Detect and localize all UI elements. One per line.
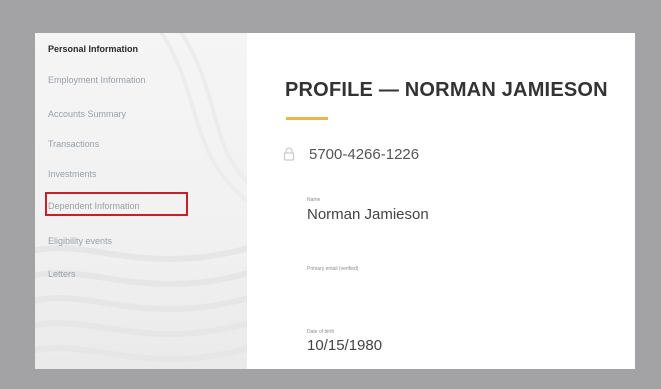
sidebar-item-investments[interactable]: Investments [48, 169, 97, 179]
account-row: 5700-4266-1226 [283, 143, 419, 165]
dob-value: 10/15/1980 [307, 337, 383, 354]
email-label: Primary email (verified) [307, 266, 359, 272]
profile-window: Personal Information Employment Informat… [35, 33, 635, 369]
account-number: 5700-4266-1226 [309, 145, 420, 163]
sidebar: Personal Information Employment Informat… [35, 33, 247, 369]
sidebar-item-accounts-summary[interactable]: Accounts Summary [48, 109, 126, 119]
name-value: Norman Jamieson [307, 206, 429, 223]
highlight-box [45, 192, 188, 216]
sidebar-item-employment-information[interactable]: Employment Information [48, 75, 146, 85]
name-label: Name [307, 197, 321, 203]
sidebar-item-personal-information[interactable]: Personal Information [48, 44, 138, 54]
dob-label: Date of birth [307, 329, 335, 335]
sidebar-item-letters[interactable]: Letters [48, 269, 76, 279]
profile-panel: PROFILE — NORMAN JAMIESON 5700-4266-1226… [247, 33, 635, 369]
lock-icon [283, 147, 295, 161]
title-underline [286, 117, 328, 120]
page-title: PROFILE — NORMAN JAMIESON [285, 79, 608, 101]
sidebar-item-eligibility-events[interactable]: Eligibility events [48, 236, 112, 246]
sidebar-item-transactions[interactable]: Transactions [48, 139, 99, 149]
